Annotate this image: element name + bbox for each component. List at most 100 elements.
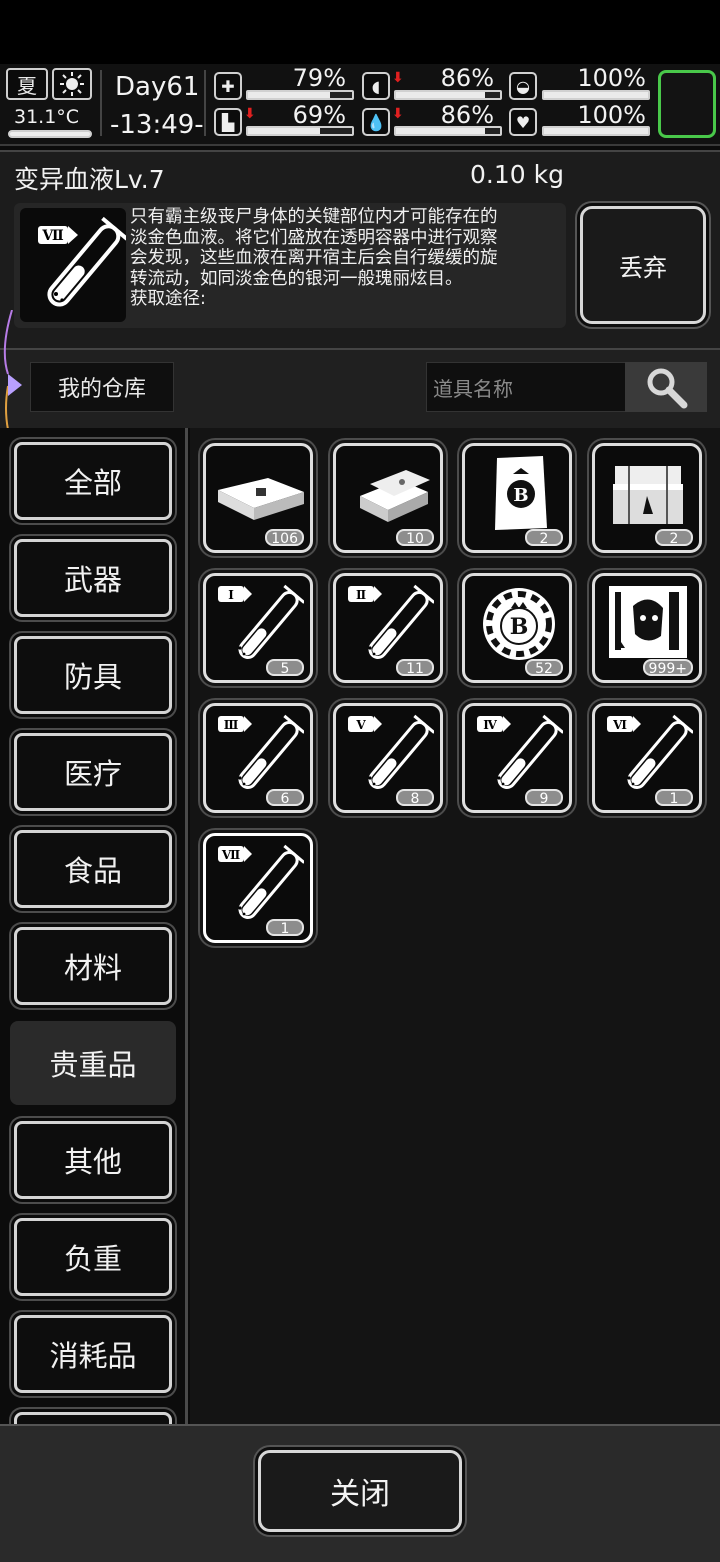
inventory-slot[interactable]: Ⅶ1 xyxy=(203,833,313,943)
item-name: 变异血液Lv.7 xyxy=(14,165,165,194)
water-percent: 86% xyxy=(440,101,494,129)
category-button[interactable]: 医疗 xyxy=(14,733,172,811)
heart-icon: ♥ xyxy=(509,108,537,136)
category-list: 全部武器防具医疗食品材料贵重品其他负重消耗品 xyxy=(0,428,188,1424)
category-button[interactable]: 消耗品 xyxy=(14,1315,172,1393)
svg-text:Ⅲ: Ⅲ xyxy=(224,718,239,732)
inventory-slot[interactable]: B2 xyxy=(462,443,572,553)
discard-button[interactable]: 丢弃 xyxy=(580,206,706,324)
category-button[interactable]: 材料 xyxy=(14,927,172,1005)
inventory-slot[interactable]: 10 xyxy=(333,443,443,553)
category-button[interactable]: 贵重品 xyxy=(10,1021,176,1105)
item-count-badge: 10 xyxy=(396,529,434,547)
season-badge: 夏 xyxy=(6,68,48,100)
vial-numeral: Ⅶ xyxy=(41,228,63,244)
inventory-slot[interactable]: 2 xyxy=(592,443,702,553)
inventory-slot[interactable]: Ⅲ6 xyxy=(203,703,313,813)
thermometer-icon xyxy=(8,130,92,138)
search-icon xyxy=(647,368,688,409)
blood-vial-7-icon: Ⅶ xyxy=(20,208,129,322)
item-count-badge: 2 xyxy=(655,529,693,547)
inventory-slot[interactable]: Ⅰ5 xyxy=(203,573,313,683)
mood-percent: 100% xyxy=(577,101,646,129)
gold-bars-icon xyxy=(360,470,430,522)
stomach-icon: ◖ xyxy=(362,72,390,100)
leg-bar-fill xyxy=(248,128,320,134)
stamina-bar xyxy=(542,90,650,100)
leg-percent: 69% xyxy=(292,101,346,129)
inventory-slot[interactable]: B 52 xyxy=(462,573,572,683)
stamina-icon: ◒ xyxy=(509,72,537,100)
inventory-slot[interactable]: 999+ xyxy=(592,573,702,683)
health-percent: 79% xyxy=(292,64,346,92)
health-bar xyxy=(246,90,354,100)
blood-vial-2-icon: Ⅱ xyxy=(348,584,434,659)
search-button[interactable] xyxy=(625,362,707,412)
water-bar-fill xyxy=(396,128,486,134)
blood-vial-7-icon: Ⅶ xyxy=(218,844,304,919)
inventory-slot[interactable]: Ⅳ9 xyxy=(462,703,572,813)
mood-bar xyxy=(542,126,650,136)
item-count-badge: 106 xyxy=(265,529,304,547)
category-button-partial[interactable] xyxy=(14,1412,172,1424)
cash-bundle-icon xyxy=(218,478,304,520)
water-drop-icon: 💧 xyxy=(362,108,390,136)
svg-text:Ⅵ: Ⅵ xyxy=(612,718,627,732)
temperature: 31.1°C xyxy=(14,106,80,128)
item-count-badge: 1 xyxy=(655,789,693,807)
blood-vial-4-icon: Ⅳ xyxy=(477,714,563,789)
item-count-badge: 1 xyxy=(266,919,304,937)
blood-vial-5-icon: Ⅴ xyxy=(348,714,434,789)
inventory-slot[interactable]: Ⅱ 11 xyxy=(333,573,443,683)
close-button[interactable]: 关闭 xyxy=(258,1450,462,1532)
zombie-card-icon xyxy=(609,586,687,658)
category-button[interactable]: 食品 xyxy=(14,830,172,908)
inventory-slot[interactable]: Ⅴ8 xyxy=(333,703,443,813)
item-description: 只有霸主级丧尸身体的关键部位内才可能存在的 淡金色血液。将它们盛放在透明容器中进… xyxy=(130,207,498,310)
sun-icon xyxy=(52,68,92,100)
item-count-badge: 2 xyxy=(525,529,563,547)
item-count-badge: 999+ xyxy=(642,659,693,677)
item-count-badge: 5 xyxy=(266,659,304,677)
divider xyxy=(100,70,102,136)
stomach-bar-fill xyxy=(396,92,486,98)
mood-bar-fill xyxy=(544,128,648,134)
inventory-slot[interactable]: Ⅵ1 xyxy=(592,703,702,813)
item-count-badge: 8 xyxy=(396,789,434,807)
item-count-badge: 9 xyxy=(525,789,563,807)
health-bar-fill xyxy=(248,92,331,98)
medkit-icon: ✚ xyxy=(214,72,242,100)
item-count-badge: 6 xyxy=(266,789,304,807)
divider xyxy=(204,70,206,136)
stamina-percent: 100% xyxy=(577,64,646,92)
category-button[interactable]: 武器 xyxy=(14,539,172,617)
svg-text:Ⅶ: Ⅶ xyxy=(221,848,240,862)
inventory-slot[interactable]: 106 xyxy=(203,443,313,553)
stomach-bar xyxy=(394,90,502,100)
category-button[interactable]: 其他 xyxy=(14,1121,172,1199)
warehouse-arrow-icon xyxy=(8,374,22,396)
warehouse-title: 我的仓库 xyxy=(30,362,174,412)
item-weight: 0.10 kg xyxy=(470,160,564,189)
casino-chip-icon: B xyxy=(483,588,555,660)
day-counter: Day61 xyxy=(115,72,200,102)
svg-text:B: B xyxy=(513,485,528,506)
svg-text:Ⅳ: Ⅳ xyxy=(483,718,497,732)
svg-text:Ⅴ: Ⅴ xyxy=(355,718,366,732)
svg-text:Ⅱ: Ⅱ xyxy=(356,588,366,602)
blood-vial-6-icon: Ⅵ xyxy=(607,714,693,789)
category-button[interactable]: 负重 xyxy=(14,1218,172,1296)
stamina-bar-fill xyxy=(544,92,648,98)
category-button[interactable]: 全部 xyxy=(14,442,172,520)
treasure-chest-icon xyxy=(613,466,683,524)
leg-icon: ▙ xyxy=(214,108,242,136)
equipment-slot-button[interactable] xyxy=(658,70,716,138)
search-input[interactable]: 道具名称 xyxy=(426,362,626,412)
stomach-percent: 86% xyxy=(440,64,494,92)
blood-vial-3-icon: Ⅲ xyxy=(218,714,304,789)
category-button[interactable]: 防具 xyxy=(14,636,172,714)
svg-text:Ⅰ: Ⅰ xyxy=(228,588,234,602)
coupon-icon: B xyxy=(495,456,547,530)
blood-vial-1-icon: Ⅰ xyxy=(218,584,304,659)
item-count-badge: 11 xyxy=(396,659,434,677)
